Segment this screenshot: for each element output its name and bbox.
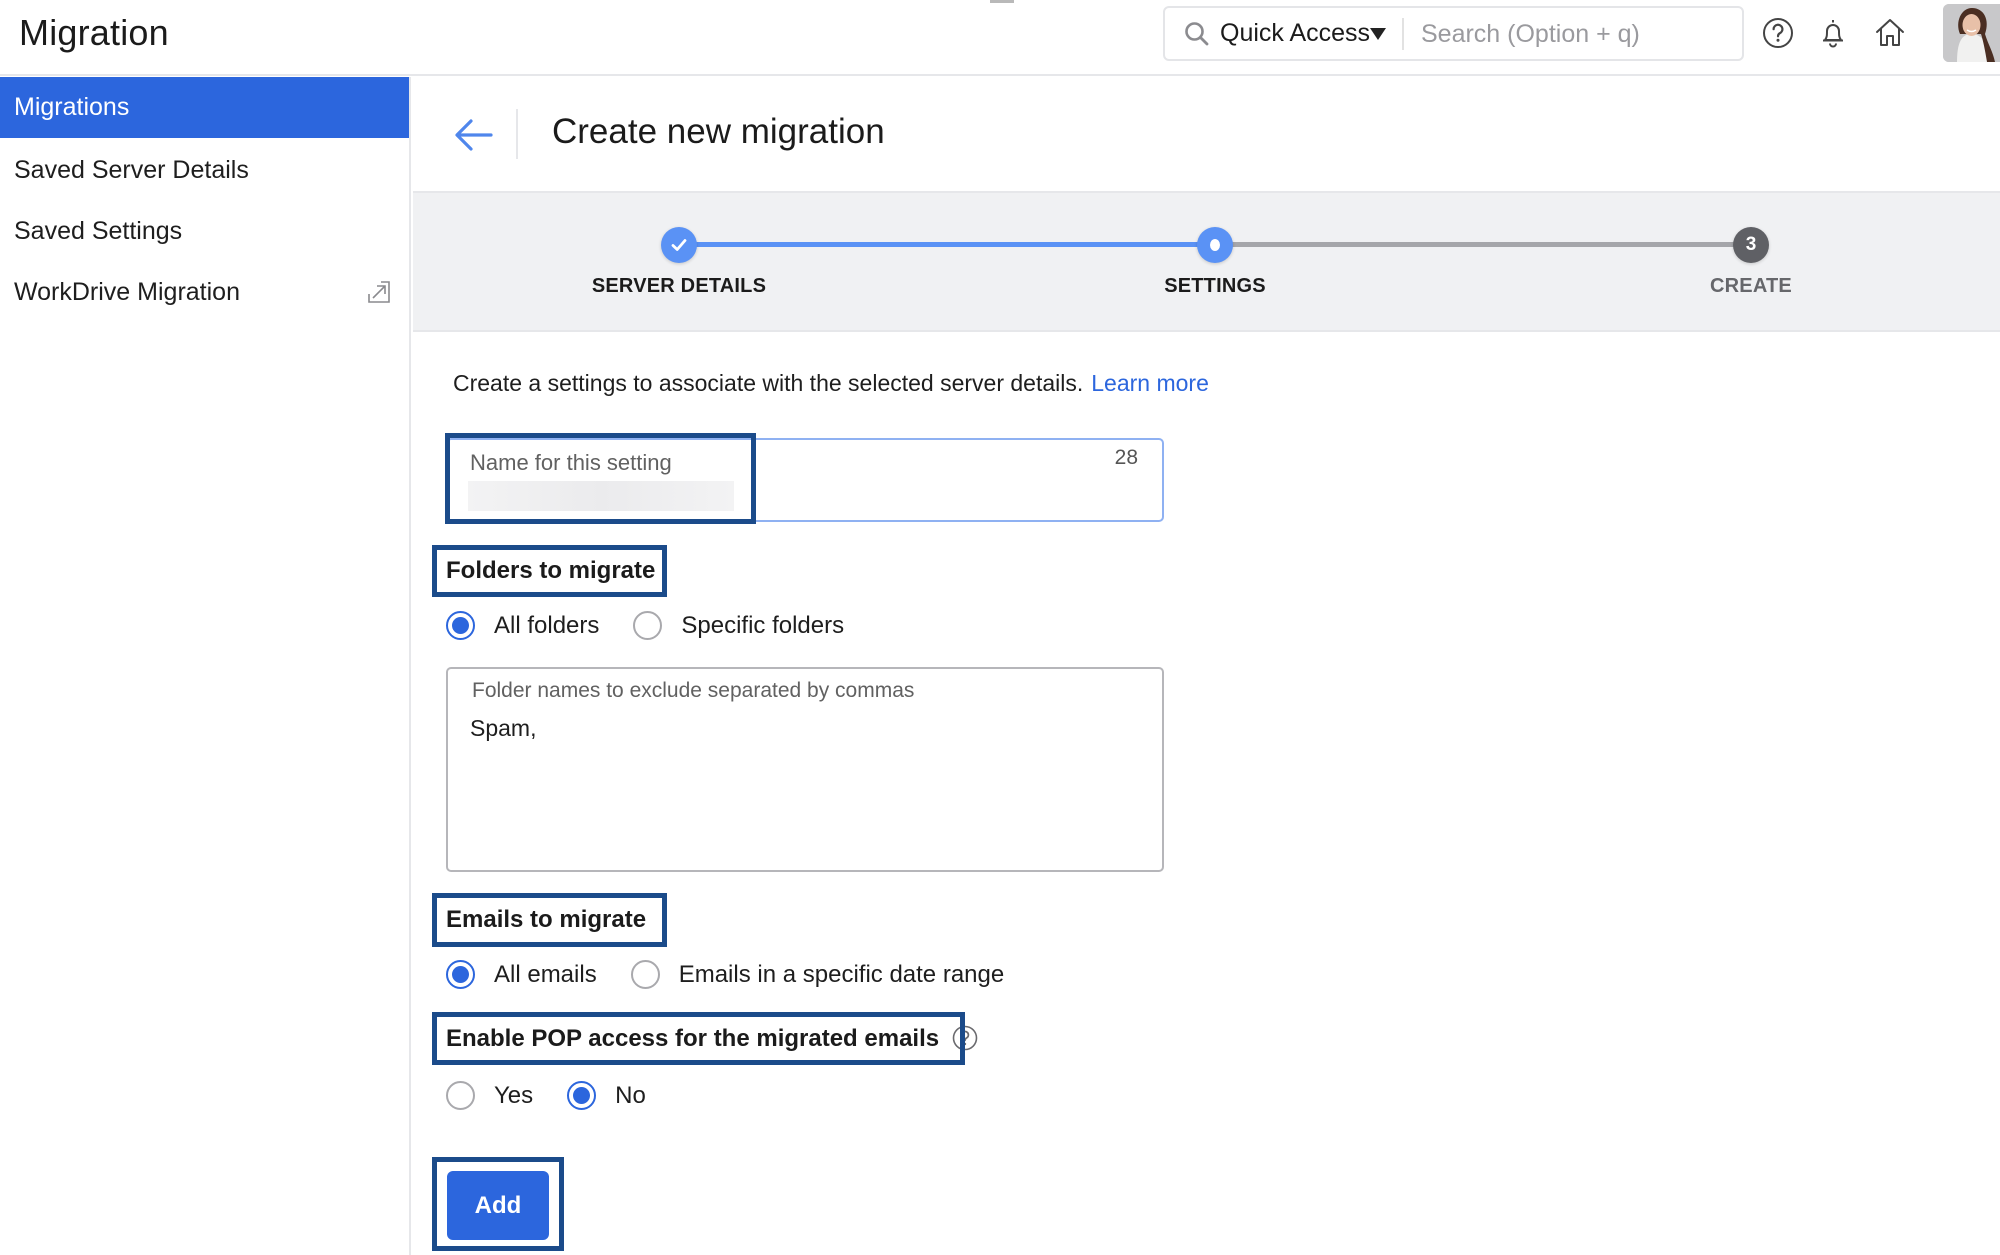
exclude-folders-textarea[interactable]: Spam, <box>470 715 1130 855</box>
help-icon[interactable] <box>1761 16 1795 50</box>
sidebar-item-label: WorkDrive Migration <box>14 278 240 306</box>
radio-label: All emails <box>494 960 597 988</box>
form-description: Create a settings to associate with the … <box>453 370 1209 397</box>
sidebar-item-workdrive-migration[interactable]: WorkDrive Migration <box>0 262 409 323</box>
radio-label: All folders <box>494 611 600 639</box>
radio-button[interactable] <box>633 611 663 640</box>
sidebar-item-label: Migrations <box>14 93 130 121</box>
step-connector-completed <box>679 242 1215 247</box>
sidebar-item-label: Saved Server Details <box>14 156 249 184</box>
radio-button-checked[interactable] <box>446 960 475 989</box>
page-header: Create new migration <box>413 77 2000 193</box>
search-input[interactable] <box>1421 16 1721 52</box>
user-avatar[interactable] <box>1943 4 2000 62</box>
header-divider <box>516 109 518 159</box>
learn-more-link[interactable]: Learn more <box>1091 370 1209 396</box>
sidebar-item-label: Saved Settings <box>14 217 183 245</box>
emails-heading: Emails to migrate <box>446 906 647 933</box>
pop-access-heading-text: Enable POP access for the migrated email… <box>446 1025 940 1052</box>
app-title: Migration <box>19 12 169 53</box>
pop-access-heading: Enable POP access for the migrated email… <box>446 1025 978 1053</box>
radio-label: Specific folders <box>681 611 845 639</box>
arrow-left-icon[interactable] <box>453 115 495 155</box>
sidebar: Migrations Saved Server Details Saved Se… <box>0 77 411 1255</box>
search-icon <box>1185 22 1209 46</box>
step-label-server-details: SERVER DETAILS <box>591 275 767 297</box>
bell-icon[interactable] <box>1816 16 1850 50</box>
sidebar-item-saved-server-details[interactable]: Saved Server Details <box>0 140 409 201</box>
search-bar[interactable]: Quick Access <box>1163 6 1744 61</box>
window-drag-handle[interactable] <box>990 0 1014 3</box>
page-title: Create new migration <box>552 112 885 151</box>
step-create-marker: 3 <box>1733 227 1769 263</box>
radio-label: Emails in a specific date range <box>678 960 1005 988</box>
sidebar-item-migrations[interactable]: Migrations <box>0 77 409 138</box>
remaining-char-count: 28 <box>1114 446 1138 469</box>
external-link-icon <box>368 281 390 303</box>
pop-radio-group: Yes No <box>446 1081 646 1110</box>
radio-label: No <box>615 1081 646 1109</box>
radio-button[interactable] <box>446 1081 475 1110</box>
help-icon[interactable] <box>952 1025 978 1051</box>
step-server-details-marker <box>661 227 697 263</box>
radio-button[interactable] <box>630 960 660 989</box>
setting-name-field[interactable]: Name for this setting 28 <box>446 438 1164 522</box>
step-label-settings: SETTINGS <box>1164 275 1266 297</box>
step-connector-pending <box>1215 242 1751 247</box>
radio-button-checked[interactable] <box>446 611 475 640</box>
radio-specific-folders[interactable]: Specific folders <box>633 611 844 640</box>
check-icon <box>671 239 687 251</box>
emails-radio-group: All emails Emails in a specific date ran… <box>446 960 1004 989</box>
exclude-folders-label: Folder names to exclude separated by com… <box>472 679 915 702</box>
progress-stepper: 3 SERVER DETAILS SETTINGS CREATE <box>413 193 2000 332</box>
radio-button-checked[interactable] <box>567 1081 597 1110</box>
caret-down-icon[interactable] <box>1370 28 1386 40</box>
sidebar-item-saved-settings[interactable]: Saved Settings <box>0 201 409 262</box>
current-step-dot-icon <box>1210 239 1220 251</box>
avatar-portrait-icon <box>1943 4 2000 62</box>
setting-name-label: Name for this setting <box>470 450 672 475</box>
description-text: Create a settings to associate with the … <box>453 370 1084 396</box>
radio-all-emails[interactable]: All emails <box>446 960 597 989</box>
step-label-create: CREATE <box>1710 275 1792 297</box>
search-divider <box>1402 18 1404 50</box>
add-button[interactable]: Add <box>447 1171 549 1240</box>
folders-radio-group: All folders Specific folders <box>446 611 844 640</box>
top-bar: Migration Quick Access <box>0 0 2000 76</box>
step-settings-marker <box>1197 227 1233 263</box>
folders-heading: Folders to migrate <box>446 557 656 584</box>
radio-pop-no[interactable]: No <box>567 1081 646 1110</box>
step-number: 3 <box>1745 234 1757 255</box>
home-icon[interactable] <box>1873 16 1907 50</box>
radio-pop-yes[interactable]: Yes <box>446 1081 533 1110</box>
setting-name-input[interactable] <box>468 481 734 511</box>
radio-label: Yes <box>494 1081 534 1109</box>
quick-access-dropdown[interactable]: Quick Access <box>1220 19 1370 48</box>
exclude-folders-field[interactable]: Folder names to exclude separated by com… <box>446 667 1164 872</box>
radio-date-range[interactable]: Emails in a specific date range <box>630 960 1005 989</box>
radio-all-folders[interactable]: All folders <box>446 611 599 640</box>
